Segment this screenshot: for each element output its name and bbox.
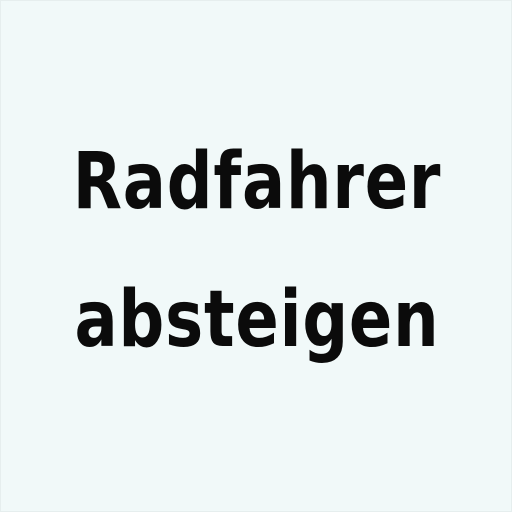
sign-text-line-1: Radfahrer	[72, 137, 442, 227]
sign-text-line-2: absteigen	[74, 275, 440, 365]
sign-panel: Radfahrer absteigen	[0, 0, 512, 512]
